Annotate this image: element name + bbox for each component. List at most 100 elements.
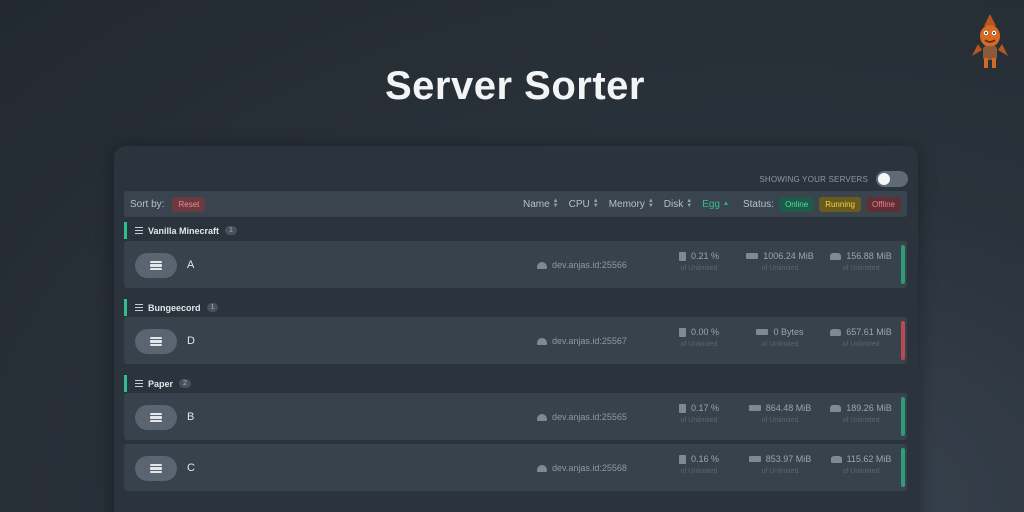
group-header[interactable]: Paper 2: [124, 375, 191, 392]
sort-disk-label: Disk: [663, 198, 684, 210]
sort-arrows-icon: ▲ ▼: [552, 198, 559, 209]
disk-icon: [830, 328, 842, 336]
group-count-badge: 2: [179, 379, 191, 388]
memory-value: 1006.24 MiB: [763, 251, 814, 261]
group-header[interactable]: Bungeecord 1: [124, 299, 219, 316]
filter-offline-button[interactable]: Offline: [866, 196, 901, 212]
cpu-limit: of Unlimited: [680, 468, 718, 475]
server-open-button[interactable]: [135, 253, 177, 278]
sort-arrows-icon: ▲ ▼: [686, 198, 693, 209]
server-open-button[interactable]: [135, 405, 177, 430]
memory-value: 0 Bytes: [773, 327, 804, 337]
sort-memory[interactable]: Memory ▲ ▼: [609, 198, 654, 210]
server-row[interactable]: D dev.anjas.id:25567 0.00 % of Unlimited…: [124, 317, 907, 364]
cpu-icon: [678, 454, 686, 464]
address-text: dev.anjas.id:25568: [552, 463, 627, 473]
cpu-stat: 0.00 % of Unlimited: [654, 327, 744, 348]
list-icon: [135, 225, 143, 236]
server-address: dev.anjas.id:25567: [537, 336, 627, 346]
memory-icon: [748, 456, 761, 462]
server-icon: [150, 260, 162, 272]
memory-stat: 0 Bytes of Unlimited: [735, 327, 825, 348]
group-name: Paper: [148, 378, 174, 389]
toggle-label: SHOWING YOUR SERVERS: [759, 174, 868, 184]
mascot-logo-icon: [972, 14, 1008, 68]
sort-bar: Sort by: Reset Name ▲ ▼ CPU ▲ ▼ Memory ▲ ▼ …: [124, 191, 907, 217]
cpu-stat: 0.17 % of Unlimited: [654, 403, 744, 424]
cpu-value: 0.00 %: [690, 327, 720, 337]
filter-online-button[interactable]: Online: [779, 196, 815, 212]
cpu-stat: 0.21 % of Unlimited: [654, 251, 744, 272]
sort-disk[interactable]: Disk ▲ ▼: [663, 198, 693, 210]
page-title: Server Sorter: [385, 64, 645, 108]
cpu-icon: [678, 403, 686, 413]
server-row[interactable]: B dev.anjas.id:25565 0.17 % of Unlimited…: [124, 393, 907, 440]
disk-icon: [830, 404, 842, 412]
status-indicator-online: [901, 448, 905, 487]
server-open-button[interactable]: [135, 456, 177, 481]
memory-stat: 853.97 MiB of Unlimited: [735, 454, 825, 475]
toggle-knob: [878, 173, 890, 185]
address-text: dev.anjas.id:25567: [552, 336, 627, 346]
cpu-limit: of Unlimited: [680, 341, 718, 348]
sort-by-label: Sort by:: [130, 198, 165, 210]
filter-running-button[interactable]: Running: [819, 196, 862, 212]
network-icon: [537, 337, 547, 345]
disk-value: 156.88 MiB: [846, 251, 892, 261]
sort-egg-label: Egg: [702, 198, 720, 210]
sort-egg[interactable]: Egg ▲: [702, 199, 729, 210]
status-label: Status:: [742, 198, 775, 210]
disk-value: 115.62 MiB: [846, 454, 892, 464]
disk-limit: of Unlimited: [842, 417, 880, 424]
cpu-icon: [678, 251, 686, 261]
sort-cpu[interactable]: CPU ▲ ▼: [569, 198, 599, 210]
server-open-button[interactable]: [135, 329, 177, 354]
showing-servers-toggle-row: SHOWING YOUR SERVERS: [759, 171, 908, 187]
server-name: D: [187, 335, 195, 347]
cpu-value: 0.21 %: [690, 251, 720, 261]
memory-limit: of Unlimited: [761, 417, 799, 424]
status-indicator-offline: [901, 321, 905, 360]
memory-limit: of Unlimited: [761, 265, 799, 272]
server-name: C: [187, 462, 195, 474]
server-icon: [150, 336, 162, 348]
sort-ascending-icon: ▲: [722, 200, 729, 207]
disk-limit: of Unlimited: [842, 341, 880, 348]
sort-name[interactable]: Name ▲ ▼: [522, 198, 559, 210]
showing-servers-toggle[interactable]: [876, 171, 908, 187]
network-icon: [537, 261, 547, 269]
list-icon: [135, 302, 143, 313]
cpu-limit: of Unlimited: [680, 417, 718, 424]
status-indicator-online: [901, 245, 905, 284]
server-row[interactable]: A dev.anjas.id:25566 0.21 % of Unlimited…: [124, 241, 907, 288]
disk-stat: 657.61 MiB of Unlimited: [816, 327, 906, 348]
disk-limit: of Unlimited: [842, 468, 880, 475]
disk-stat: 115.62 MiB of Unlimited: [816, 454, 906, 475]
server-address: dev.anjas.id:25568: [537, 463, 627, 473]
server-name: B: [187, 411, 195, 423]
disk-limit: of Unlimited: [842, 265, 880, 272]
memory-icon: [748, 405, 761, 411]
reset-button[interactable]: Reset: [172, 196, 206, 212]
server-row[interactable]: C dev.anjas.id:25568 0.16 % of Unlimited…: [124, 444, 907, 491]
memory-value: 864.48 MiB: [765, 403, 812, 413]
disk-stat: 189.26 MiB of Unlimited: [816, 403, 906, 424]
server-panel: SHOWING YOUR SERVERS Sort by: Reset Name…: [114, 146, 918, 512]
cpu-value: 0.16 %: [690, 454, 720, 464]
network-icon: [537, 413, 547, 421]
group-count-badge: 1: [225, 226, 237, 235]
group-name: Bungeecord: [148, 302, 201, 313]
memory-icon: [746, 253, 759, 259]
server-name: A: [187, 259, 195, 271]
server-address: dev.anjas.id:25565: [537, 412, 627, 422]
address-text: dev.anjas.id:25565: [552, 412, 627, 422]
group-header[interactable]: Vanilla Minecraft 1: [124, 222, 237, 239]
server-address: dev.anjas.id:25566: [537, 260, 627, 270]
disk-icon: [830, 252, 842, 260]
sort-name-label: Name: [522, 198, 550, 210]
server-icon: [150, 463, 162, 475]
cpu-icon: [678, 327, 686, 337]
disk-value: 189.26 MiB: [846, 403, 892, 413]
group-name: Vanilla Minecraft: [148, 225, 220, 236]
memory-stat: 1006.24 MiB of Unlimited: [735, 251, 825, 272]
